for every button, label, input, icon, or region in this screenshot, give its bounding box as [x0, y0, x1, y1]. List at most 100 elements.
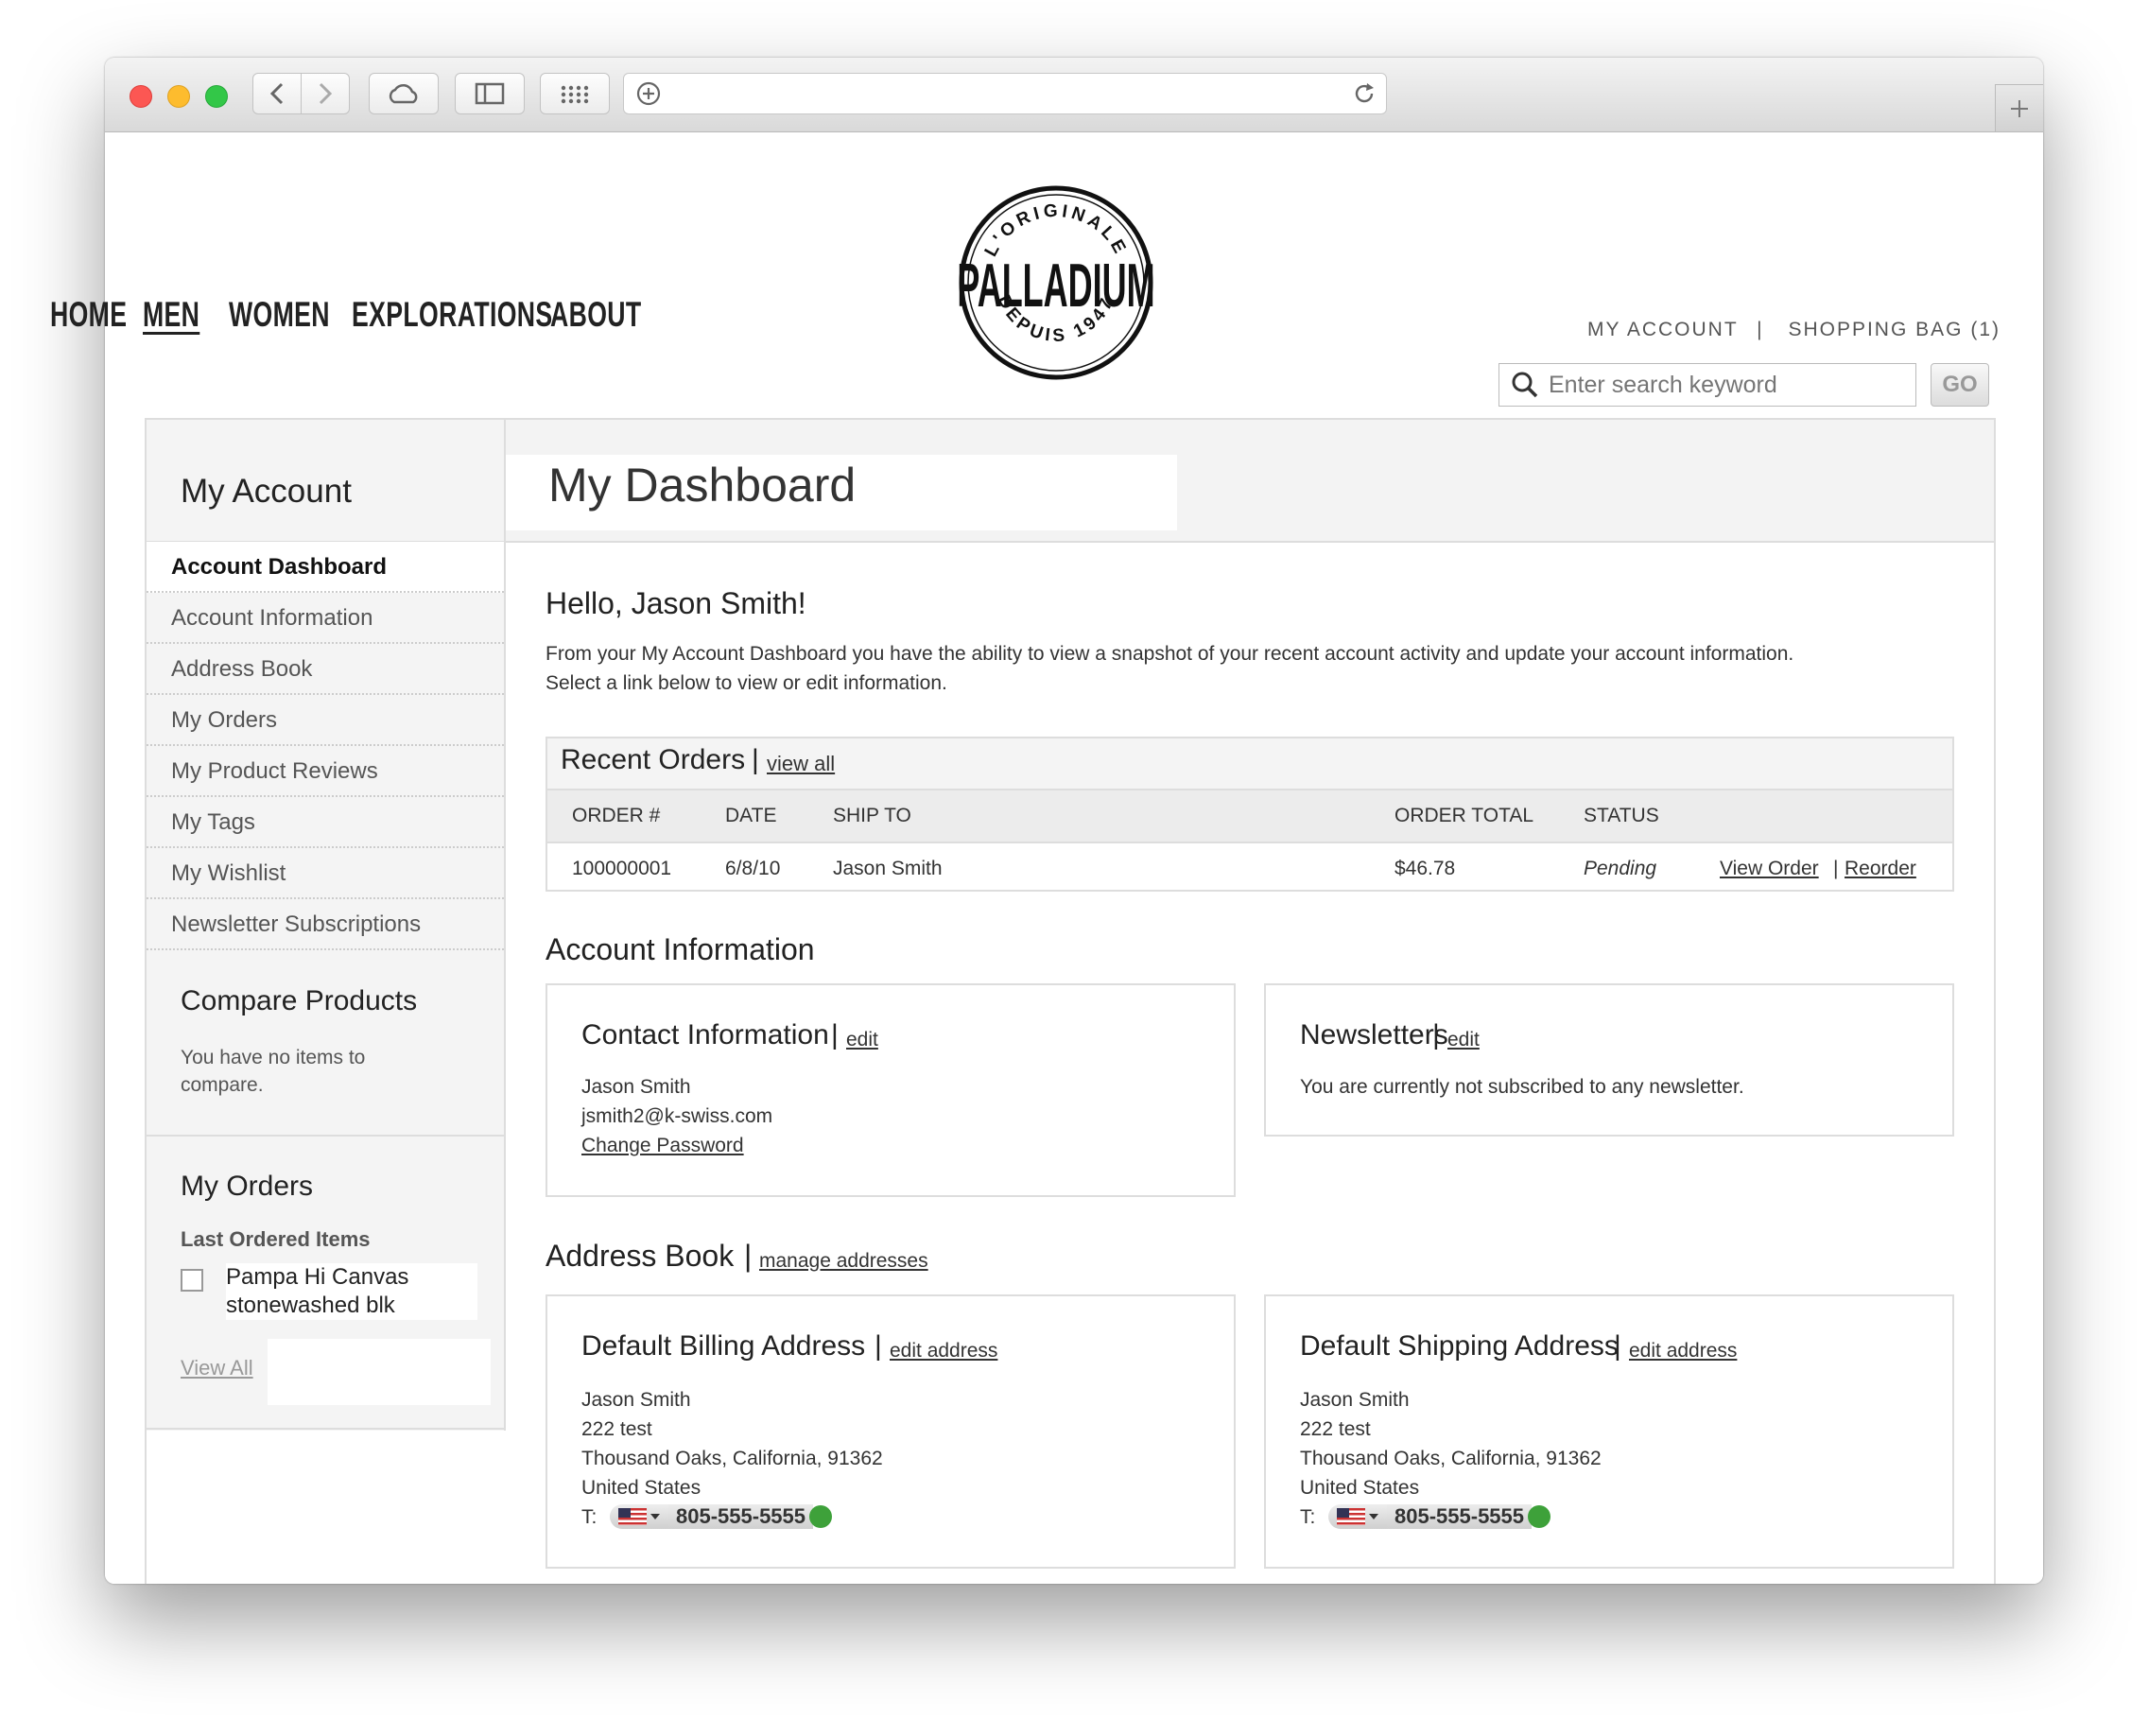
new-tab-button[interactable]	[1995, 84, 2043, 131]
forward-button[interactable]	[301, 73, 350, 114]
change-password-link[interactable]: Change Password	[581, 1135, 744, 1157]
menu-my-product-reviews[interactable]: My Product Reviews	[147, 746, 504, 797]
chevron-left-icon	[269, 82, 284, 105]
us-flag-icon	[618, 1508, 647, 1525]
order-actions-separator: |	[1833, 858, 1839, 879]
nav-explorations[interactable]: EXPLORATIONS	[352, 295, 553, 335]
shipping-city: Thousand Oaks, California, 91362	[1300, 1448, 1602, 1469]
manage-addresses-link[interactable]: manage addresses	[759, 1250, 928, 1273]
shipping-separator: |	[1614, 1330, 1621, 1362]
col-status: STATUS	[1584, 805, 1659, 826]
top-sites-button[interactable]	[540, 73, 610, 114]
order-ship-to: Jason Smith	[833, 858, 943, 879]
account-info-title: Account Information	[546, 932, 815, 966]
plus-icon	[2011, 99, 2028, 117]
search-box	[1498, 363, 1916, 407]
contact-info-title: Contact Information	[581, 1019, 829, 1050]
country-flag-dropdown[interactable]	[610, 1504, 668, 1529]
recent-orders-title: Recent Orders	[561, 744, 746, 775]
billing-edit-link[interactable]: edit address	[890, 1340, 997, 1363]
newsletters-edit-link[interactable]: edit	[1447, 1029, 1480, 1051]
sidebar-toggle-button[interactable]	[455, 73, 525, 114]
menu-account-dashboard[interactable]: Account Dashboard	[147, 542, 504, 593]
shipping-edit-link[interactable]: edit address	[1629, 1340, 1737, 1363]
top-links-separator: |	[1757, 319, 1764, 340]
newsletters-title: Newsletters	[1300, 1019, 1448, 1050]
country-flag-dropdown[interactable]	[1328, 1504, 1387, 1529]
last-ordered-item[interactable]: Pampa Hi Canvas stonewashed blk	[226, 1263, 477, 1320]
my-account-link[interactable]: MY ACCOUNT	[1587, 319, 1738, 340]
sidebar-title: My Account	[181, 473, 352, 510]
shipping-name: Jason Smith	[1300, 1389, 1410, 1411]
back-button[interactable]	[252, 73, 302, 114]
cloud-icon	[389, 83, 418, 104]
zoom-window-button[interactable]	[205, 85, 228, 108]
menu-my-tags[interactable]: My Tags	[147, 797, 504, 848]
reload-icon[interactable]	[1352, 80, 1377, 107]
add-bookmark-icon[interactable]	[635, 80, 662, 107]
intro-text-line1: From your My Account Dashboard you have …	[546, 643, 1794, 665]
compare-title: Compare Products	[181, 985, 418, 1016]
col-order-number: ORDER #	[572, 805, 661, 826]
contact-info-box: Contact Information | edit Jason Smith j…	[546, 983, 1236, 1197]
view-order-link[interactable]: View Order	[1720, 843, 1819, 894]
last-ordered-item-checkbox[interactable]	[181, 1269, 203, 1292]
menu-address-book[interactable]: Address Book	[147, 644, 504, 695]
nav-men[interactable]: MEN	[143, 295, 199, 335]
shipping-phone-number: 805-555-5555	[1387, 1504, 1533, 1529]
menu-newsletter-subscriptions[interactable]: Newsletter Subscriptions	[147, 899, 504, 950]
view-all-link[interactable]: View All	[181, 1356, 253, 1380]
billing-address-box: Default Billing Address | edit address J…	[546, 1294, 1236, 1569]
billing-separator: |	[875, 1330, 882, 1362]
account-menu: Account Dashboard Account Information Ad…	[147, 542, 504, 950]
table-row: 100000001 6/8/10 Jason Smith $46.78 Pend…	[547, 843, 1952, 894]
contact-email: jsmith2@k-swiss.com	[581, 1105, 773, 1127]
nav-women[interactable]: WOMEN	[229, 295, 330, 335]
newsletters-box: Newsletters | edit You are currently not…	[1264, 983, 1954, 1137]
intro-text-line2: Select a link below to view or edit info…	[546, 672, 947, 694]
shipping-phone-label: T:	[1300, 1506, 1316, 1528]
call-icon[interactable]	[809, 1505, 833, 1528]
content-frame: My Account Account Dashboard Account Inf…	[145, 418, 1996, 1584]
newsletters-separator: |	[1432, 1019, 1440, 1050]
caret-down-icon	[650, 1514, 660, 1519]
menu-account-information[interactable]: Account Information	[147, 593, 504, 644]
my-orders-title: My Orders	[181, 1171, 314, 1202]
search-go-button[interactable]: GO	[1931, 363, 1989, 407]
billing-phone-widget[interactable]: 805-555-5555	[610, 1504, 833, 1529]
palladium-logo[interactable]: L'ORIGINALE DEPUIS 1947 PALLADIUM	[959, 185, 1153, 380]
menu-my-wishlist[interactable]: My Wishlist	[147, 848, 504, 899]
top-links: MY ACCOUNT | SHOPPING BAG (1)	[1582, 319, 2001, 341]
recent-orders-header: Recent Orders | view all	[547, 738, 1952, 790]
col-date: DATE	[725, 805, 777, 826]
contact-edit-link[interactable]: edit	[846, 1029, 878, 1051]
reorder-link[interactable]: Reorder	[1845, 843, 1916, 894]
chevron-right-icon	[319, 82, 333, 105]
us-flag-icon	[1337, 1508, 1365, 1525]
sidebar-divider	[147, 1135, 504, 1137]
shipping-phone-widget[interactable]: 805-555-5555	[1328, 1504, 1551, 1529]
call-icon[interactable]	[1528, 1505, 1551, 1528]
shipping-street: 222 test	[1300, 1418, 1371, 1440]
recent-orders-view-all[interactable]: view all	[767, 752, 835, 776]
address-bar[interactable]	[623, 73, 1387, 114]
last-ordered-label: Last Ordered Items	[181, 1227, 371, 1251]
contact-name: Jason Smith	[581, 1076, 691, 1098]
shopping-bag-link[interactable]: SHOPPING BAG (1)	[1788, 319, 2001, 340]
nav-about[interactable]: ABOUT	[550, 295, 642, 335]
menu-my-orders[interactable]: My Orders	[147, 695, 504, 746]
billing-country: United States	[581, 1477, 702, 1499]
close-window-button[interactable]	[130, 85, 152, 108]
order-date: 6/8/10	[725, 858, 781, 879]
icloud-tabs-button[interactable]	[369, 73, 439, 114]
recent-orders-table: Recent Orders | view all ORDER # DATE SH…	[546, 737, 1954, 892]
nav-home[interactable]: HOME	[50, 295, 127, 335]
address-book-separator: |	[744, 1239, 753, 1273]
minimize-window-button[interactable]	[167, 85, 190, 108]
grid-icon	[561, 85, 589, 104]
billing-title: Default Billing Address	[581, 1330, 866, 1362]
billing-city: Thousand Oaks, California, 91362	[581, 1448, 883, 1469]
caret-down-icon	[1369, 1514, 1378, 1519]
col-ship-to: SHIP TO	[833, 805, 911, 826]
search-input[interactable]	[1547, 370, 1910, 400]
